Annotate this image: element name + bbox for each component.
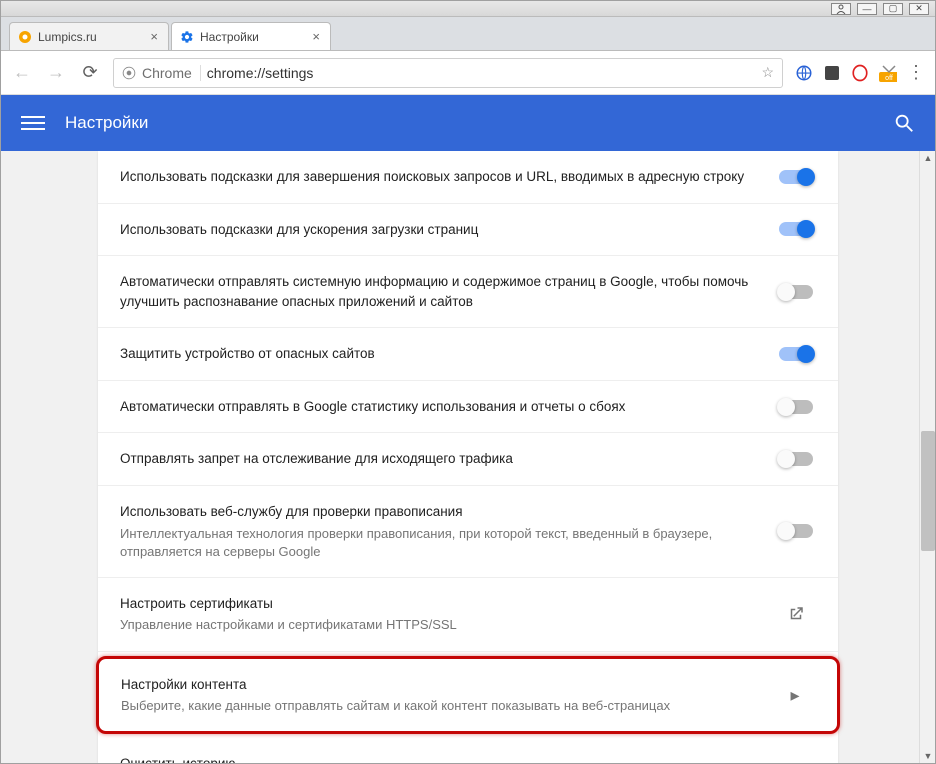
forward-button[interactable]: →	[45, 62, 67, 84]
url-input[interactable]: Chrome chrome://settings ☆	[113, 58, 783, 88]
row-text: Настройки контента Выберите, какие данные…	[121, 675, 761, 716]
tab-lumpics[interactable]: Lumpics.ru ×	[9, 22, 169, 50]
open-external-icon[interactable]	[787, 605, 805, 623]
settings-row: Защитить устройство от опасных сайтов	[98, 328, 838, 381]
back-button[interactable]: ←	[11, 62, 33, 84]
window-titlebar: — ▢ ✕	[1, 1, 935, 17]
toggle-switch[interactable]	[779, 222, 813, 236]
settings-row[interactable]: Настройки контента Выберите, какие данные…	[96, 656, 840, 735]
row-subtitle: Выберите, какие данные отправлять сайтам…	[121, 697, 761, 715]
close-tab-icon[interactable]: ×	[150, 29, 158, 44]
row-text: Использовать подсказки для ускорения заг…	[120, 220, 762, 240]
toggle-switch[interactable]	[779, 400, 813, 414]
svg-text:off: off	[885, 75, 893, 82]
row-text: Настроить сертификаты Управление настройк…	[120, 594, 762, 635]
url-text: chrome://settings	[207, 65, 756, 81]
maximize-button[interactable]: ▢	[883, 3, 903, 15]
page-content: Настройки Использовать подсказки для зав…	[1, 95, 935, 763]
tab-label: Настройки	[200, 30, 259, 44]
row-title: Использовать подсказки для ускорения заг…	[120, 220, 762, 240]
row-title: Защитить устройство от опасных сайтов	[120, 344, 762, 364]
row-subtitle: Интеллектуальная технология проверки пра…	[120, 525, 762, 561]
reload-button[interactable]: ⟳	[79, 62, 101, 84]
tab-strip: Lumpics.ru × Настройки ×	[1, 17, 935, 51]
toggle-switch[interactable]	[779, 285, 813, 299]
chrome-page-icon	[122, 66, 136, 80]
row-text: Использовать веб-службу для проверки пра…	[120, 502, 762, 561]
row-subtitle: Управление настройками и сертификатами H…	[120, 616, 762, 634]
row-title: Отправлять запрет на отслеживание для ис…	[120, 449, 762, 469]
row-text: Защитить устройство от опасных сайтов	[120, 344, 762, 364]
tab-settings[interactable]: Настройки ×	[171, 22, 331, 50]
toggle-switch[interactable]	[779, 170, 813, 184]
scroll-thumb[interactable]	[921, 431, 935, 551]
settings-row: Автоматически отправлять системную инфор…	[98, 256, 838, 328]
lumpics-favicon-icon	[18, 30, 32, 44]
row-text: Отправлять запрет на отслеживание для ис…	[120, 449, 762, 469]
browser-window: — ▢ ✕ Lumpics.ru × Настройки × ← → ⟳ Chr…	[0, 0, 936, 764]
minimize-button[interactable]: —	[857, 3, 877, 15]
user-button[interactable]	[831, 3, 851, 15]
tab-label: Lumpics.ru	[38, 30, 97, 44]
bookmark-star-icon[interactable]: ☆	[761, 64, 774, 81]
extension-square-icon[interactable]	[823, 64, 841, 82]
row-title: Очистить историю	[120, 754, 762, 763]
settings-row: Автоматически отправлять в Google статис…	[98, 381, 838, 434]
hamburger-menu-icon[interactable]	[21, 111, 45, 135]
row-text: Автоматически отправлять системную инфор…	[120, 272, 762, 311]
settings-header: Настройки	[1, 95, 935, 151]
settings-favicon-icon	[180, 30, 194, 44]
scrollbar[interactable]: ▲ ▼	[919, 151, 935, 763]
url-prefix: Chrome	[142, 65, 201, 81]
extension-off-badge-icon[interactable]: off	[879, 64, 897, 82]
settings-row: Отправлять запрет на отслеживание для ис…	[98, 433, 838, 486]
settings-list: Использовать подсказки для завершения по…	[1, 151, 935, 763]
settings-row[interactable]: Очистить историюУдалить файлы cookie и д…	[98, 738, 838, 763]
row-title: Настроить сертификаты	[120, 594, 762, 614]
settings-row[interactable]: Настроить сертификаты Управление настройк…	[98, 578, 838, 652]
row-title: Настройки контента	[121, 675, 761, 695]
row-text: Очистить историюУдалить файлы cookie и д…	[120, 754, 762, 763]
toggle-switch[interactable]	[779, 524, 813, 538]
extension-icons: off ⋮	[795, 64, 925, 82]
toggle-switch[interactable]	[779, 452, 813, 466]
settings-row: Использовать веб-службу для проверки пра…	[98, 486, 838, 578]
chevron-right-icon: ▸	[790, 685, 799, 706]
page-title: Настройки	[65, 113, 148, 133]
menu-dots-icon[interactable]: ⋮	[907, 64, 925, 82]
globe-icon[interactable]	[795, 64, 813, 82]
row-title: Автоматически отправлять в Google статис…	[120, 397, 762, 417]
row-title: Автоматически отправлять системную инфор…	[120, 272, 762, 311]
scroll-down-icon[interactable]: ▼	[921, 749, 935, 763]
address-bar: ← → ⟳ Chrome chrome://settings ☆ off ⋮	[1, 51, 935, 95]
row-title: Использовать веб-службу для проверки пра…	[120, 502, 762, 522]
settings-row: Использовать подсказки для ускорения заг…	[98, 204, 838, 257]
settings-row: Использовать подсказки для завершения по…	[98, 151, 838, 204]
row-text: Использовать подсказки для завершения по…	[120, 167, 762, 187]
search-icon[interactable]	[893, 112, 915, 134]
close-tab-icon[interactable]: ×	[312, 29, 320, 44]
scroll-up-icon[interactable]: ▲	[921, 151, 935, 165]
toggle-switch[interactable]	[779, 347, 813, 361]
close-window-button[interactable]: ✕	[909, 3, 929, 15]
row-title: Использовать подсказки для завершения по…	[120, 167, 762, 187]
row-text: Автоматически отправлять в Google статис…	[120, 397, 762, 417]
opera-icon[interactable]	[851, 64, 869, 82]
